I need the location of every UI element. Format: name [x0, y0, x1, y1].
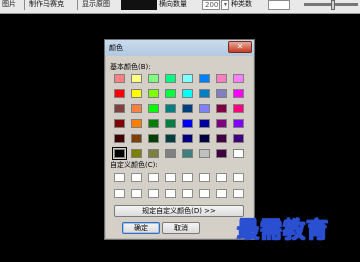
color-swatch[interactable] [114, 134, 125, 143]
color-swatch[interactable] [114, 104, 125, 113]
color-swatch[interactable] [233, 104, 244, 113]
color-swatch[interactable] [199, 149, 210, 158]
gradient-count-label: 横向数量 [159, 0, 187, 8]
slider-thumb[interactable] [331, 0, 335, 10]
color-swatch[interactable] [182, 89, 193, 98]
color-swatch[interactable] [131, 89, 142, 98]
custom-color-slot[interactable] [216, 173, 227, 182]
color-swatch[interactable] [233, 134, 244, 143]
color-swatch[interactable] [182, 134, 193, 143]
custom-color-slot[interactable] [233, 189, 244, 198]
gradient-count-input[interactable]: 200 [202, 0, 220, 10]
color-swatch[interactable] [216, 74, 227, 83]
color-swatch[interactable] [148, 89, 159, 98]
color-swatch[interactable] [199, 89, 210, 98]
color-swatch[interactable] [165, 104, 176, 113]
toolbar-separator [24, 0, 25, 10]
custom-color-slot[interactable] [165, 189, 176, 198]
color-swatch[interactable] [182, 104, 193, 113]
toolbar-item-mosaic[interactable]: 制作马赛克 [29, 0, 64, 9]
color-swatch[interactable] [148, 119, 159, 128]
basic-colors-grid [112, 74, 244, 160]
toolbar-item-show-original[interactable]: 显示原图 [82, 0, 110, 9]
custom-color-slot[interactable] [182, 189, 193, 198]
define-custom-colors-button[interactable]: 规定自定义颜色(D) >> [114, 205, 244, 217]
color-swatch[interactable] [165, 89, 176, 98]
ok-button[interactable]: 确定 [122, 222, 160, 234]
color-swatch[interactable] [216, 119, 227, 128]
custom-colors-label: 自定义颜色(C): [110, 161, 158, 169]
color-swatch[interactable] [216, 134, 227, 143]
cancel-button[interactable]: 取消 [162, 222, 200, 234]
dialog-title: 颜色 [109, 44, 123, 52]
color-swatch[interactable] [114, 119, 125, 128]
close-icon: ✕ [236, 42, 244, 51]
gradient-count-spinner[interactable]: ▾ [221, 0, 229, 10]
custom-color-slot[interactable] [182, 173, 193, 182]
color-swatch[interactable] [131, 74, 142, 83]
color-swatch[interactable] [114, 89, 125, 98]
custom-color-slot[interactable] [148, 189, 159, 198]
color-swatch[interactable] [182, 149, 193, 158]
color-swatch[interactable] [112, 147, 127, 160]
custom-color-slot[interactable] [148, 173, 159, 182]
color-swatch[interactable] [233, 149, 244, 158]
color-swatch[interactable] [165, 74, 176, 83]
custom-color-slot[interactable] [165, 173, 176, 182]
color-swatch[interactable] [199, 74, 210, 83]
color-swatch[interactable] [165, 149, 176, 158]
custom-color-slot[interactable] [216, 189, 227, 198]
color-swatch[interactable] [216, 149, 227, 158]
color-swatch[interactable] [182, 74, 193, 83]
color-swatch[interactable] [233, 89, 244, 98]
color-swatch[interactable] [216, 89, 227, 98]
color-swatch[interactable] [131, 119, 142, 128]
color-dialog: 颜色 ✕ 基本颜色(B): 自定义颜色(C): 规定自定义颜色(D) >> 确定… [104, 39, 255, 240]
toolbar-dark-field [121, 0, 157, 10]
toolbar-separator [77, 0, 78, 10]
top-toolbar: 图片 制作马赛克 显示原图 横向数量 200 ▾ 种类数 [0, 0, 360, 14]
custom-color-slot[interactable] [131, 189, 142, 198]
color-swatch[interactable] [114, 74, 125, 83]
color-swatch[interactable] [199, 104, 210, 113]
color-swatch[interactable] [216, 104, 227, 113]
custom-color-slot[interactable] [199, 173, 210, 182]
color-swatch[interactable] [131, 104, 142, 113]
color-swatch[interactable] [182, 119, 193, 128]
color-swatch[interactable] [148, 149, 159, 158]
type-count-label: 种类数 [231, 0, 252, 8]
color-swatch[interactable] [131, 134, 142, 143]
close-button[interactable]: ✕ [228, 41, 252, 53]
toolbar-item-picture[interactable]: 图片 [2, 0, 16, 9]
custom-color-slot[interactable] [131, 173, 142, 182]
custom-color-slot[interactable] [233, 173, 244, 182]
custom-colors-grid [114, 173, 244, 198]
custom-color-slot[interactable] [114, 189, 125, 198]
color-swatch[interactable] [148, 74, 159, 83]
dialog-titlebar[interactable]: 颜色 ✕ [105, 40, 254, 56]
color-swatch[interactable] [199, 134, 210, 143]
basic-colors-label: 基本颜色(B): [110, 63, 151, 71]
color-swatch[interactable] [148, 134, 159, 143]
color-swatch[interactable] [148, 104, 159, 113]
color-swatch[interactable] [199, 119, 210, 128]
color-swatch[interactable] [131, 149, 142, 158]
custom-color-slot[interactable] [114, 173, 125, 182]
color-swatch[interactable] [165, 134, 176, 143]
type-count-input[interactable] [268, 0, 290, 10]
color-swatch[interactable] [233, 74, 244, 83]
custom-color-slot[interactable] [199, 189, 210, 198]
watermark-logo: 最需教育 [236, 218, 330, 244]
color-swatch[interactable] [233, 119, 244, 128]
color-swatch[interactable] [165, 119, 176, 128]
